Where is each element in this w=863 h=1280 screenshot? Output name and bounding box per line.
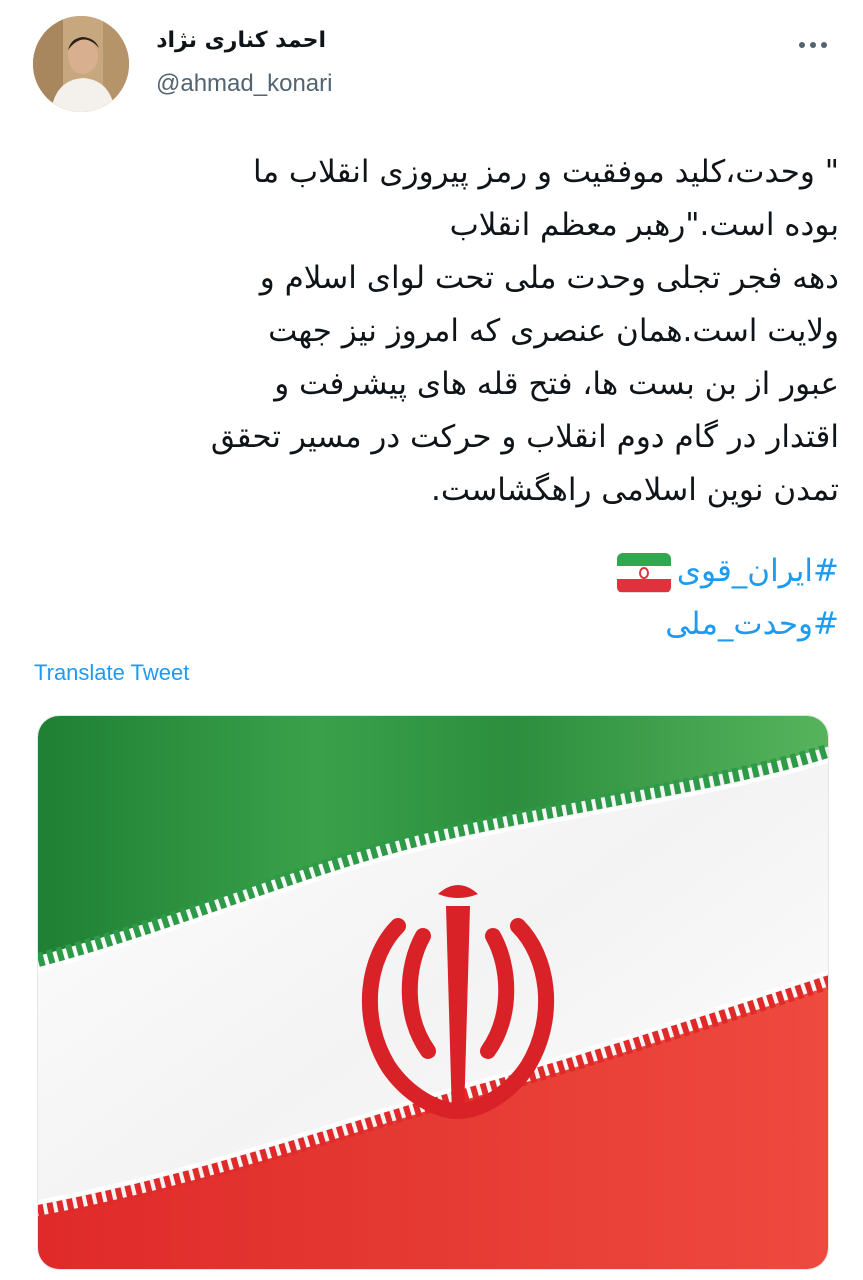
avatar-photo — [33, 16, 129, 112]
tweet-text-line: ولایت است.همان عنصری که امروز نیز جهت — [268, 313, 839, 349]
translate-tweet-link[interactable]: Translate Tweet — [34, 660, 189, 686]
tweet-text-line: عبور از بن بست ها، فتح قله های پیشرفت و — [274, 366, 839, 402]
tweet-text-line: بوده است."رهبر معظم انقلاب — [449, 207, 839, 243]
avatar[interactable] — [33, 16, 129, 112]
more-dot — [821, 42, 827, 48]
hashtag-list: #ایران_قوی #وحدت_ملی — [24, 545, 839, 651]
tweet-text-line: تمدن نوین اسلامی راهگشاست. — [431, 472, 839, 508]
more-dot — [810, 42, 816, 48]
tweet-text-line: دهه فجر تجلی وحدت ملی تحت لوای اسلام و — [259, 260, 839, 296]
hashtag-link[interactable]: #وحدت_ملی — [24, 598, 839, 651]
hashtag-link[interactable]: #ایران_قوی — [24, 545, 839, 598]
tweet-header: احمد کناری نژاد @ahmad_konari — [0, 0, 863, 120]
tweet-text: " وحدت،کلید موفقیت و رمز پیروزی انقلاب م… — [24, 146, 839, 517]
iran-flag-image — [38, 716, 828, 1269]
hashtag-text[interactable]: #ایران_قوی — [677, 553, 839, 589]
tweet-media-image[interactable] — [37, 715, 829, 1270]
iran-flag-emoji-icon — [616, 552, 671, 593]
tweet-text-line: " وحدت،کلید موفقیت و رمز پیروزی انقلاب م… — [253, 154, 839, 190]
more-dot — [799, 42, 805, 48]
author-display-name[interactable]: احمد کناری نژاد — [156, 28, 326, 53]
tweet-text-line: اقتدار در گام دوم انقلاب و حرکت در مسیر … — [210, 419, 839, 455]
hashtag-text[interactable]: #وحدت_ملی — [665, 606, 839, 642]
author-handle[interactable]: @ahmad_konari — [156, 70, 332, 98]
more-options-icon[interactable] — [793, 30, 833, 60]
